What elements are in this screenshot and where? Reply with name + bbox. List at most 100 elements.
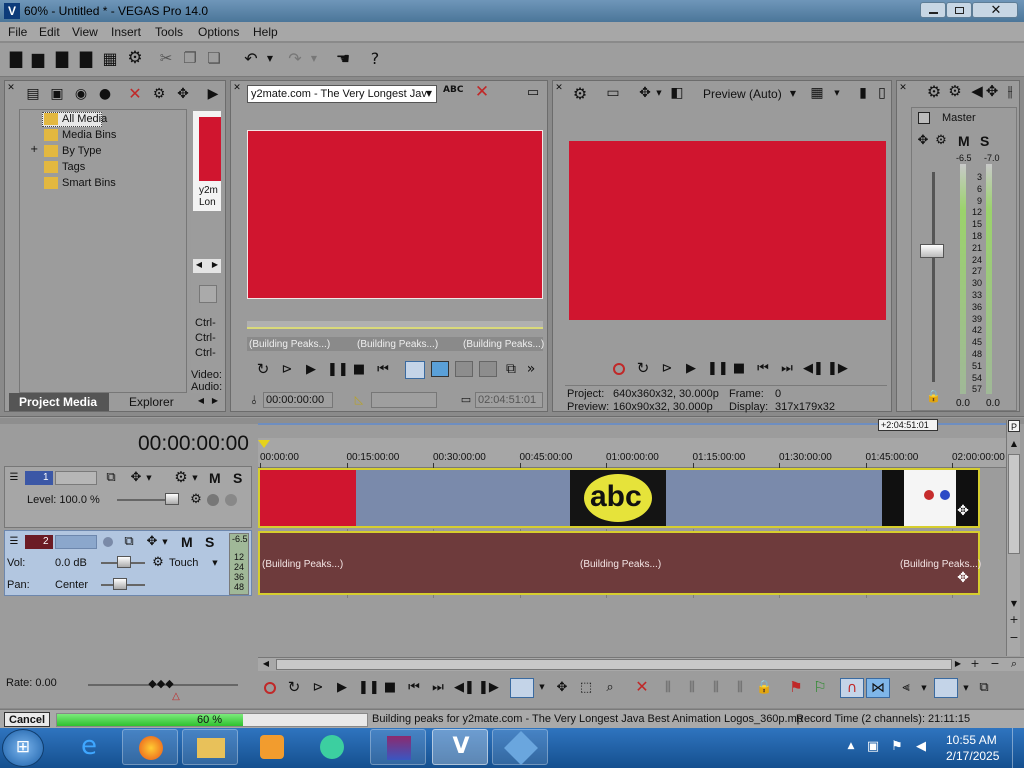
track-name-field[interactable] <box>55 535 97 549</box>
track-dropdown-icon[interactable]: ▼ <box>145 475 153 482</box>
zoom-out-icon[interactable]: − <box>990 658 1000 669</box>
scroll-right-icon[interactable]: ▶ <box>211 261 219 269</box>
menu-view[interactable]: View <box>72 25 98 39</box>
compositing-icon[interactable]: ⚙ <box>189 493 203 506</box>
track-mute-button[interactable]: M <box>181 534 193 550</box>
track-pan-icon[interactable]: ✥ <box>145 535 159 548</box>
lock-envelopes-icon[interactable] <box>934 678 958 698</box>
properties-gear-icon[interactable]: ⚙ <box>126 50 144 67</box>
save-icon[interactable]: ▇ <box>54 51 70 67</box>
invert-phase-icon[interactable]: ⧉ <box>121 535 137 548</box>
audio-track-lane[interactable]: (Building Peaks...) (Building Peaks...) … <box>258 531 981 595</box>
track-collapse-icon[interactable]: ☰ <box>9 537 19 547</box>
master-fader[interactable] <box>920 244 944 258</box>
tree-item-tags[interactable]: Tags <box>62 161 85 173</box>
split-dropdown-icon[interactable]: ▼ <box>655 90 663 97</box>
track-motion-icon[interactable]: ⧉ <box>103 471 119 484</box>
trim-end-icon[interactable]: ⫼ <box>708 681 724 694</box>
network-icon[interactable]: ▣ <box>866 740 880 753</box>
render-icon[interactable]: ▦ <box>102 51 118 67</box>
trimmer-menu-icon[interactable]: ▭ <box>525 86 541 99</box>
downmix-icon[interactable]: ✥ <box>985 84 999 99</box>
timeline-horizontal-scrollbar[interactable]: ◀ ▶ + − ⌕ <box>258 657 1024 671</box>
master-solo-button[interactable]: S <box>980 133 989 149</box>
timeline-vertical-scrollbar[interactable]: P ▲ ▼ + − <box>1006 420 1020 656</box>
stop-icon[interactable]: ■ <box>351 363 367 376</box>
menu-options[interactable]: Options <box>198 25 239 39</box>
make-compositing-child-icon[interactable] <box>207 494 219 506</box>
fit-icon[interactable] <box>479 361 497 377</box>
tree-item-by-type[interactable]: By Type <box>62 145 102 157</box>
help-icon[interactable]: ? <box>366 51 384 67</box>
tab-scroll-right-icon[interactable]: ▶ <box>211 397 219 405</box>
menu-help[interactable]: Help <box>253 25 278 39</box>
pause-icon[interactable]: ❚❚ <box>358 681 380 694</box>
preview-quality-icon[interactable]: ◧ <box>669 86 685 100</box>
replace-icon[interactable] <box>455 361 473 377</box>
menu-edit[interactable]: Edit <box>39 25 60 39</box>
scroll-right-icon[interactable]: ▶ <box>954 660 962 668</box>
track-pan-dropdown-icon[interactable]: ▼ <box>161 539 169 546</box>
clock-date[interactable]: 2/17/2025 <box>946 749 999 763</box>
split-screen-icon[interactable]: ✥ <box>637 86 653 100</box>
auto-preview-icon[interactable]: ✥ <box>175 87 191 101</box>
overwrite-icon[interactable] <box>405 361 425 379</box>
track-name-field[interactable] <box>55 471 97 485</box>
external-monitor-icon[interactable]: ▭ <box>605 86 621 100</box>
minimize-button[interactable] <box>920 2 946 18</box>
automation-gear-icon[interactable]: ⚙ <box>151 556 165 569</box>
add-to-timeline-icon[interactable]: ⧉ <box>503 362 519 376</box>
undo-icon[interactable]: ↶ <box>242 51 260 67</box>
taskbar-firefox[interactable] <box>122 729 178 765</box>
play-icon[interactable]: ▶ <box>683 362 699 375</box>
insert-region-icon[interactable]: ⚐ <box>812 680 828 695</box>
video-track-lane[interactable]: abc ✥ <box>258 468 980 528</box>
record-icon[interactable] <box>613 363 625 375</box>
play-from-start-icon[interactable]: ⊳ <box>279 363 295 376</box>
go-to-start-icon[interactable]: ⏮ <box>406 681 422 694</box>
video-fx-gear-icon[interactable]: ⚙ <box>571 86 589 102</box>
mixer-settings-icon[interactable]: ⫲ <box>1003 84 1017 99</box>
redo-dropdown-icon[interactable]: ▼ <box>310 55 318 63</box>
play-from-start-icon[interactable]: ⊳ <box>310 681 326 694</box>
go-to-start-icon[interactable]: ⏮ <box>375 363 391 376</box>
delete-icon[interactable]: ✕ <box>634 679 650 695</box>
split-icon[interactable]: ⫼ <box>732 681 748 694</box>
envelope-dropdown-icon[interactable]: ▼ <box>962 685 970 692</box>
master-fx-icon[interactable]: ⚙ <box>934 134 948 147</box>
save-as-icon[interactable]: ▇ <box>78 51 94 67</box>
play-from-start-icon[interactable]: ⊳ <box>659 362 675 375</box>
more-icon[interactable]: » <box>523 362 539 376</box>
copy-snapshot-icon[interactable]: ▮ <box>855 86 871 100</box>
track-mute-button[interactable]: M <box>209 470 221 486</box>
auto-crossfade-icon[interactable]: ⋈ <box>866 678 890 698</box>
arm-record-icon[interactable] <box>103 537 113 547</box>
trimmer-length[interactable]: 02:04:51:01 <box>475 392 543 408</box>
expand-icon[interactable]: + <box>30 145 38 155</box>
remove-icon[interactable]: ✕ <box>473 84 491 101</box>
vol-slider[interactable] <box>117 556 131 568</box>
show-hidden-icons-icon[interactable]: ▲ <box>846 742 856 751</box>
lock-icon[interactable]: 🔒 <box>926 390 941 402</box>
close-button[interactable]: ✕ <box>972 2 1018 18</box>
play-icon[interactable]: ▶ <box>334 681 350 694</box>
scroll-up-icon[interactable]: ▲ <box>1009 440 1019 448</box>
trimmer-timeline-bar[interactable] <box>247 321 543 329</box>
track-fx-icon[interactable]: ⚙ <box>173 470 189 485</box>
source-select[interactable]: y2mate.com - The Very Longest Jav ▼ <box>247 85 437 103</box>
taskbar-app[interactable] <box>306 729 360 765</box>
scroll-down-icon[interactable]: ▼ <box>1009 600 1019 608</box>
tree-item-smart-bins[interactable]: Smart Bins <box>62 177 116 189</box>
action-center-flag-icon[interactable]: ⚑ <box>890 740 904 753</box>
taskbar-ie[interactable]: e <box>62 729 116 765</box>
stop-icon[interactable]: ■ <box>731 362 747 375</box>
panel-close-icon[interactable]: ✕ <box>899 84 907 93</box>
preview-quality-dropdown-icon[interactable]: ▼ <box>789 90 797 98</box>
web-icon[interactable]: ● <box>97 87 113 101</box>
play-preview-icon[interactable]: ▶ <box>207 87 219 101</box>
loop-icon[interactable]: ↻ <box>255 362 271 377</box>
ignore-grouping-icon[interactable]: ⧉ <box>976 681 992 694</box>
mixer-gear-icon[interactable]: ⚙ <box>925 84 943 100</box>
thumb-scrollbar[interactable]: ◀ ▶ <box>193 259 221 273</box>
start-button[interactable]: ⊞ <box>2 729 44 767</box>
